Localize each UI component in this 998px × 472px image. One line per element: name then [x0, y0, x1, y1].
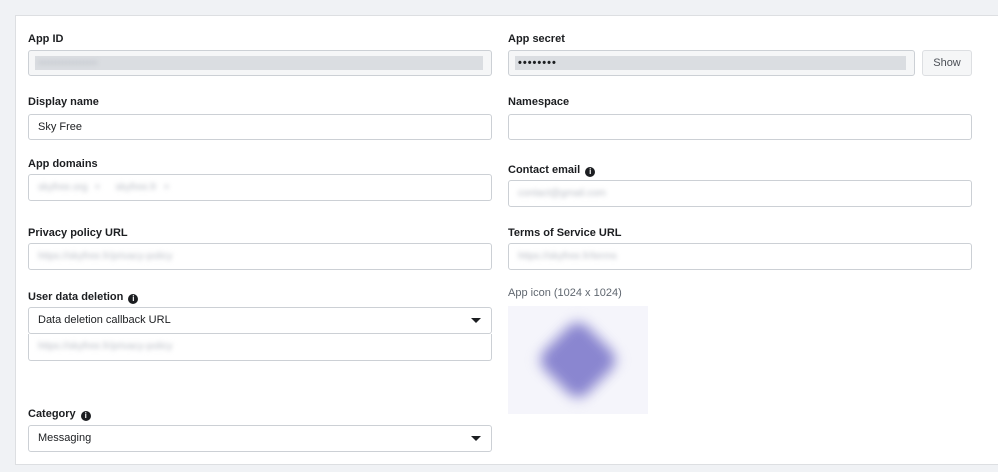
category-selected: Messaging: [38, 432, 92, 444]
app-domains-input[interactable]: skyfree.org × skyfree.fr ×: [28, 174, 492, 201]
category-label-text: Category: [28, 408, 76, 420]
privacy-policy-url-label: Privacy policy URL: [28, 227, 128, 239]
domain-chip-1-remove-icon[interactable]: ×: [95, 176, 101, 200]
app-id-field[interactable]: •••••••••••••••••: [28, 50, 492, 76]
terms-url-input[interactable]: https://skyfree.fr/terms: [508, 243, 972, 270]
basic-settings-card: App ID ••••••••••••••••• App secret ••••…: [15, 15, 998, 465]
chevron-down-icon: [471, 436, 481, 441]
app-icon-image[interactable]: [508, 306, 648, 414]
app-id-fill: [35, 56, 483, 70]
user-data-deletion-label: User data deletion i: [28, 290, 139, 304]
app-domains-label: App domains: [28, 158, 98, 170]
user-data-deletion-label-text: User data deletion: [28, 291, 124, 303]
privacy-policy-url-value: https://skyfree.fr/privacy-policy: [38, 251, 173, 262]
contact-email-label-text: Contact email: [508, 164, 581, 176]
domain-chip-2-remove-icon[interactable]: ×: [164, 176, 170, 200]
terms-url-value: https://skyfree.fr/terms: [518, 251, 617, 262]
app-secret-value: ••••••••: [518, 57, 557, 69]
namespace-input[interactable]: [508, 114, 972, 140]
category-select[interactable]: Messaging: [28, 425, 492, 452]
info-icon[interactable]: i: [80, 411, 91, 421]
app-id-value: •••••••••••••••••: [38, 58, 98, 69]
app-secret-fill: [515, 56, 906, 70]
app-icon-label: App icon (1024 x 1024): [508, 287, 622, 299]
contact-email-value: contact@gmail.com: [518, 188, 606, 199]
domain-chip-2[interactable]: skyfree.fr: [115, 176, 156, 200]
user-data-deletion-selected: Data deletion callback URL: [38, 314, 171, 326]
show-secret-button[interactable]: Show: [922, 50, 972, 76]
display-name-input[interactable]: Sky Free: [28, 114, 492, 140]
chevron-down-icon: [471, 318, 481, 323]
info-icon[interactable]: i: [128, 294, 139, 304]
domain-chip-1[interactable]: skyfree.org: [38, 176, 87, 200]
app-secret-label: App secret: [508, 33, 565, 45]
app-secret-field[interactable]: ••••••••: [508, 50, 915, 76]
terms-url-label: Terms of Service URL: [508, 227, 622, 239]
app-icon-graphic: [535, 317, 621, 403]
contact-email-label: Contact email i: [508, 163, 596, 177]
contact-email-input[interactable]: contact@gmail.com: [508, 180, 972, 207]
namespace-label: Namespace: [508, 96, 570, 108]
app-id-label: App ID: [28, 33, 64, 45]
user-data-deletion-select[interactable]: Data deletion callback URL: [28, 307, 492, 334]
category-label: Category i: [28, 407, 91, 421]
info-icon[interactable]: i: [585, 167, 596, 177]
deletion-callback-url-input[interactable]: https://skyfree.fr/privacy-policy: [28, 334, 492, 361]
display-name-label: Display name: [28, 96, 99, 108]
deletion-callback-url-value: https://skyfree.fr/privacy-policy: [38, 341, 173, 352]
privacy-policy-url-input[interactable]: https://skyfree.fr/privacy-policy: [28, 243, 492, 270]
